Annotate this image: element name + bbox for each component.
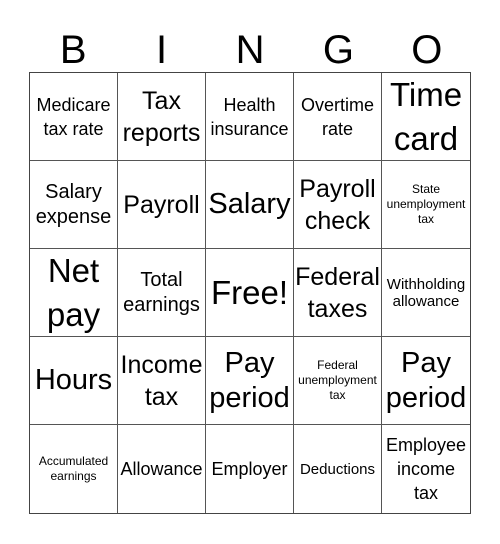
header-letter-g: G [322, 28, 354, 72]
header-letter-b: B [59, 28, 87, 72]
bingo-cell[interactable]: Federal taxes [294, 249, 382, 337]
bingo-cell[interactable]: Allowance [118, 425, 206, 513]
bingo-cell[interactable]: Tax reports [118, 73, 206, 161]
bingo-cell[interactable]: Payroll [118, 161, 206, 249]
bingo-cell[interactable]: Medicare tax rate [30, 73, 118, 161]
bingo-cell[interactable]: Salary expense [30, 161, 118, 249]
bingo-cell[interactable]: Hours [30, 337, 118, 425]
free-space-cell[interactable]: Free! [206, 249, 294, 337]
bingo-cell[interactable]: Pay period [382, 337, 470, 425]
bingo-cell[interactable]: Income tax [118, 337, 206, 425]
bingo-cell[interactable]: Time card [382, 73, 470, 161]
bingo-cell[interactable]: Overtime rate [294, 73, 382, 161]
bingo-cell[interactable]: Withholding allowance [382, 249, 470, 337]
bingo-cell[interactable]: Pay period [206, 337, 294, 425]
header-letter-n: N [235, 28, 265, 72]
bingo-cell[interactable]: Payroll check [294, 161, 382, 249]
bingo-cell[interactable]: Deductions [294, 425, 382, 513]
bingo-card-grid: Medicare tax rate Tax reports Health insur… [29, 72, 471, 514]
bingo-cell[interactable]: Health insurance [206, 73, 294, 161]
bingo-cell[interactable]: Federal unemployment tax [294, 337, 382, 425]
bingo-cell[interactable]: Employee income tax [382, 425, 470, 513]
bingo-cell[interactable]: Total earnings [118, 249, 206, 337]
bingo-cell[interactable]: Accumulated earnings [30, 425, 118, 513]
bingo-cell[interactable]: State unemployment tax [382, 161, 470, 249]
bingo-cell[interactable]: Employer [206, 425, 294, 513]
header-letter-o: O [411, 28, 443, 72]
bingo-cell[interactable]: Salary [206, 161, 294, 249]
bingo-cell[interactable]: Net pay [30, 249, 118, 337]
header-letter-i: I [156, 28, 168, 72]
bingo-header: B I N G O [29, 28, 471, 72]
